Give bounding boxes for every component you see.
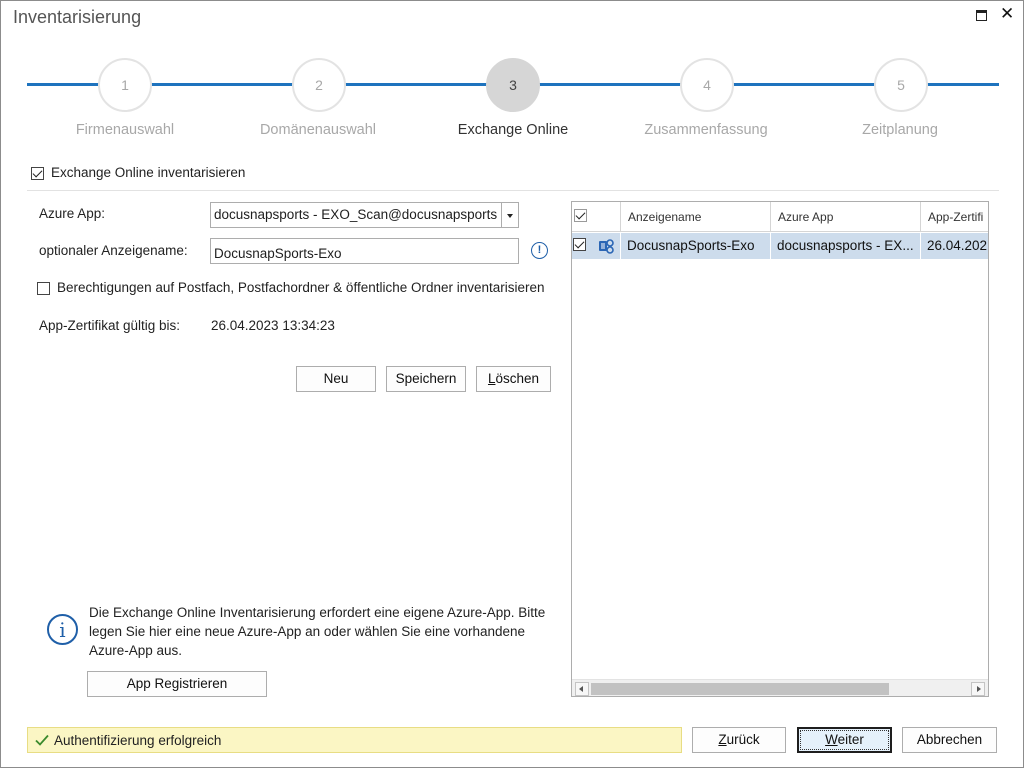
select-all-checkbox[interactable]: [574, 209, 587, 222]
column-header-azure-app[interactable]: Azure App: [771, 202, 921, 232]
save-button[interactable]: Speichern: [386, 366, 466, 392]
cert-value: 26.04.2023 13:34:23: [211, 318, 335, 333]
step-3-circle: 3: [486, 58, 540, 112]
grid-header: Anzeigename Azure App App-Zertifi: [572, 202, 988, 232]
next-button[interactable]: Weiter: [797, 727, 892, 753]
step-3-label: Exchange Online: [457, 122, 569, 138]
register-app-button[interactable]: App Registrieren: [87, 671, 267, 697]
step-1-circle: 1: [98, 58, 152, 112]
step-1-label: Firmenauswahl: [75, 122, 175, 138]
next-label: eiter: [837, 732, 864, 747]
step-5-label: Zeitplanung: [862, 122, 938, 138]
column-header-name[interactable]: Anzeigename: [621, 202, 771, 232]
exchange-icon: [599, 239, 614, 254]
step-4-label: Zusammenfassung: [644, 122, 768, 138]
maximize-icon[interactable]: [976, 10, 987, 21]
exclamation-icon: !: [531, 242, 548, 259]
row-cert: 26.04.202: [927, 238, 988, 253]
scroll-thumb[interactable]: [591, 683, 889, 695]
step-connector: [27, 83, 99, 86]
step-2-label: Domänenauswahl: [259, 122, 377, 138]
check-icon: [35, 734, 49, 746]
scroll-left-icon[interactable]: [575, 682, 589, 696]
azure-app-grid: Anzeigename Azure App App-Zertifi Docusn…: [571, 201, 989, 697]
section-divider: [27, 190, 999, 191]
azure-app-label: Azure App:: [39, 206, 106, 221]
display-name-label: optionaler Anzeigename:: [39, 243, 188, 258]
back-button[interactable]: Zurück: [692, 727, 786, 753]
info-icon: i: [47, 614, 78, 645]
window-title: Inventarisierung: [13, 7, 142, 27]
step-connector: [539, 83, 681, 86]
step-connector: [345, 83, 487, 86]
row-select-cell[interactable]: [572, 233, 621, 259]
column-header-cert[interactable]: App-Zertifi: [921, 202, 988, 232]
delete-button[interactable]: Löschen: [476, 366, 551, 392]
new-button[interactable]: Neu: [296, 366, 376, 392]
exchange-inventory-checkbox[interactable]: [31, 167, 44, 180]
row-azure-app: docusnapsports - EX...: [771, 233, 921, 259]
display-name-input[interactable]: [210, 238, 519, 264]
info-text: Die Exchange Online Inventarisierung erf…: [89, 605, 546, 658]
step-connector: [733, 83, 875, 86]
horizontal-scrollbar[interactable]: [572, 679, 988, 696]
status-text: Authentifizierung erfolgreich: [54, 733, 222, 748]
dialog-window: Inventarisierung ✕ 1 2 3 4 5 Firmenauswa…: [0, 0, 1024, 768]
close-icon[interactable]: ✕: [1000, 5, 1014, 23]
row-checkbox[interactable]: [573, 238, 586, 251]
next-mnemonic: W: [825, 732, 838, 747]
permissions-checkbox[interactable]: [37, 282, 50, 295]
step-connector: [151, 83, 293, 86]
step-4-circle: 4: [680, 58, 734, 112]
chevron-down-icon[interactable]: [501, 203, 517, 227]
cancel-button[interactable]: Abbrechen: [902, 727, 997, 753]
scroll-right-icon[interactable]: [971, 682, 985, 696]
permissions-label: Berechtigungen auf Postfach, Postfachord…: [57, 280, 545, 295]
back-mnemonic: Z: [718, 732, 727, 747]
step-connector: [927, 83, 999, 86]
table-row[interactable]: DocusnapSports-Exo docusnapsports - EX..…: [572, 233, 988, 259]
step-2-circle: 2: [292, 58, 346, 112]
row-name: DocusnapSports-Exo: [621, 233, 771, 259]
exchange-inventory-label: Exchange Online inventarisieren: [51, 165, 246, 180]
step-5-circle: 5: [874, 58, 928, 112]
back-label: urück: [726, 732, 760, 747]
header-select-all[interactable]: [572, 202, 621, 232]
cert-label: App-Zertifikat gültig bis:: [39, 318, 181, 333]
status-bar: Authentifizierung erfolgreich: [27, 727, 682, 753]
delete-label: öschen: [495, 371, 540, 386]
azure-app-select[interactable]: docusnapsports - EXO_Scan@docusnapsports: [210, 202, 519, 228]
